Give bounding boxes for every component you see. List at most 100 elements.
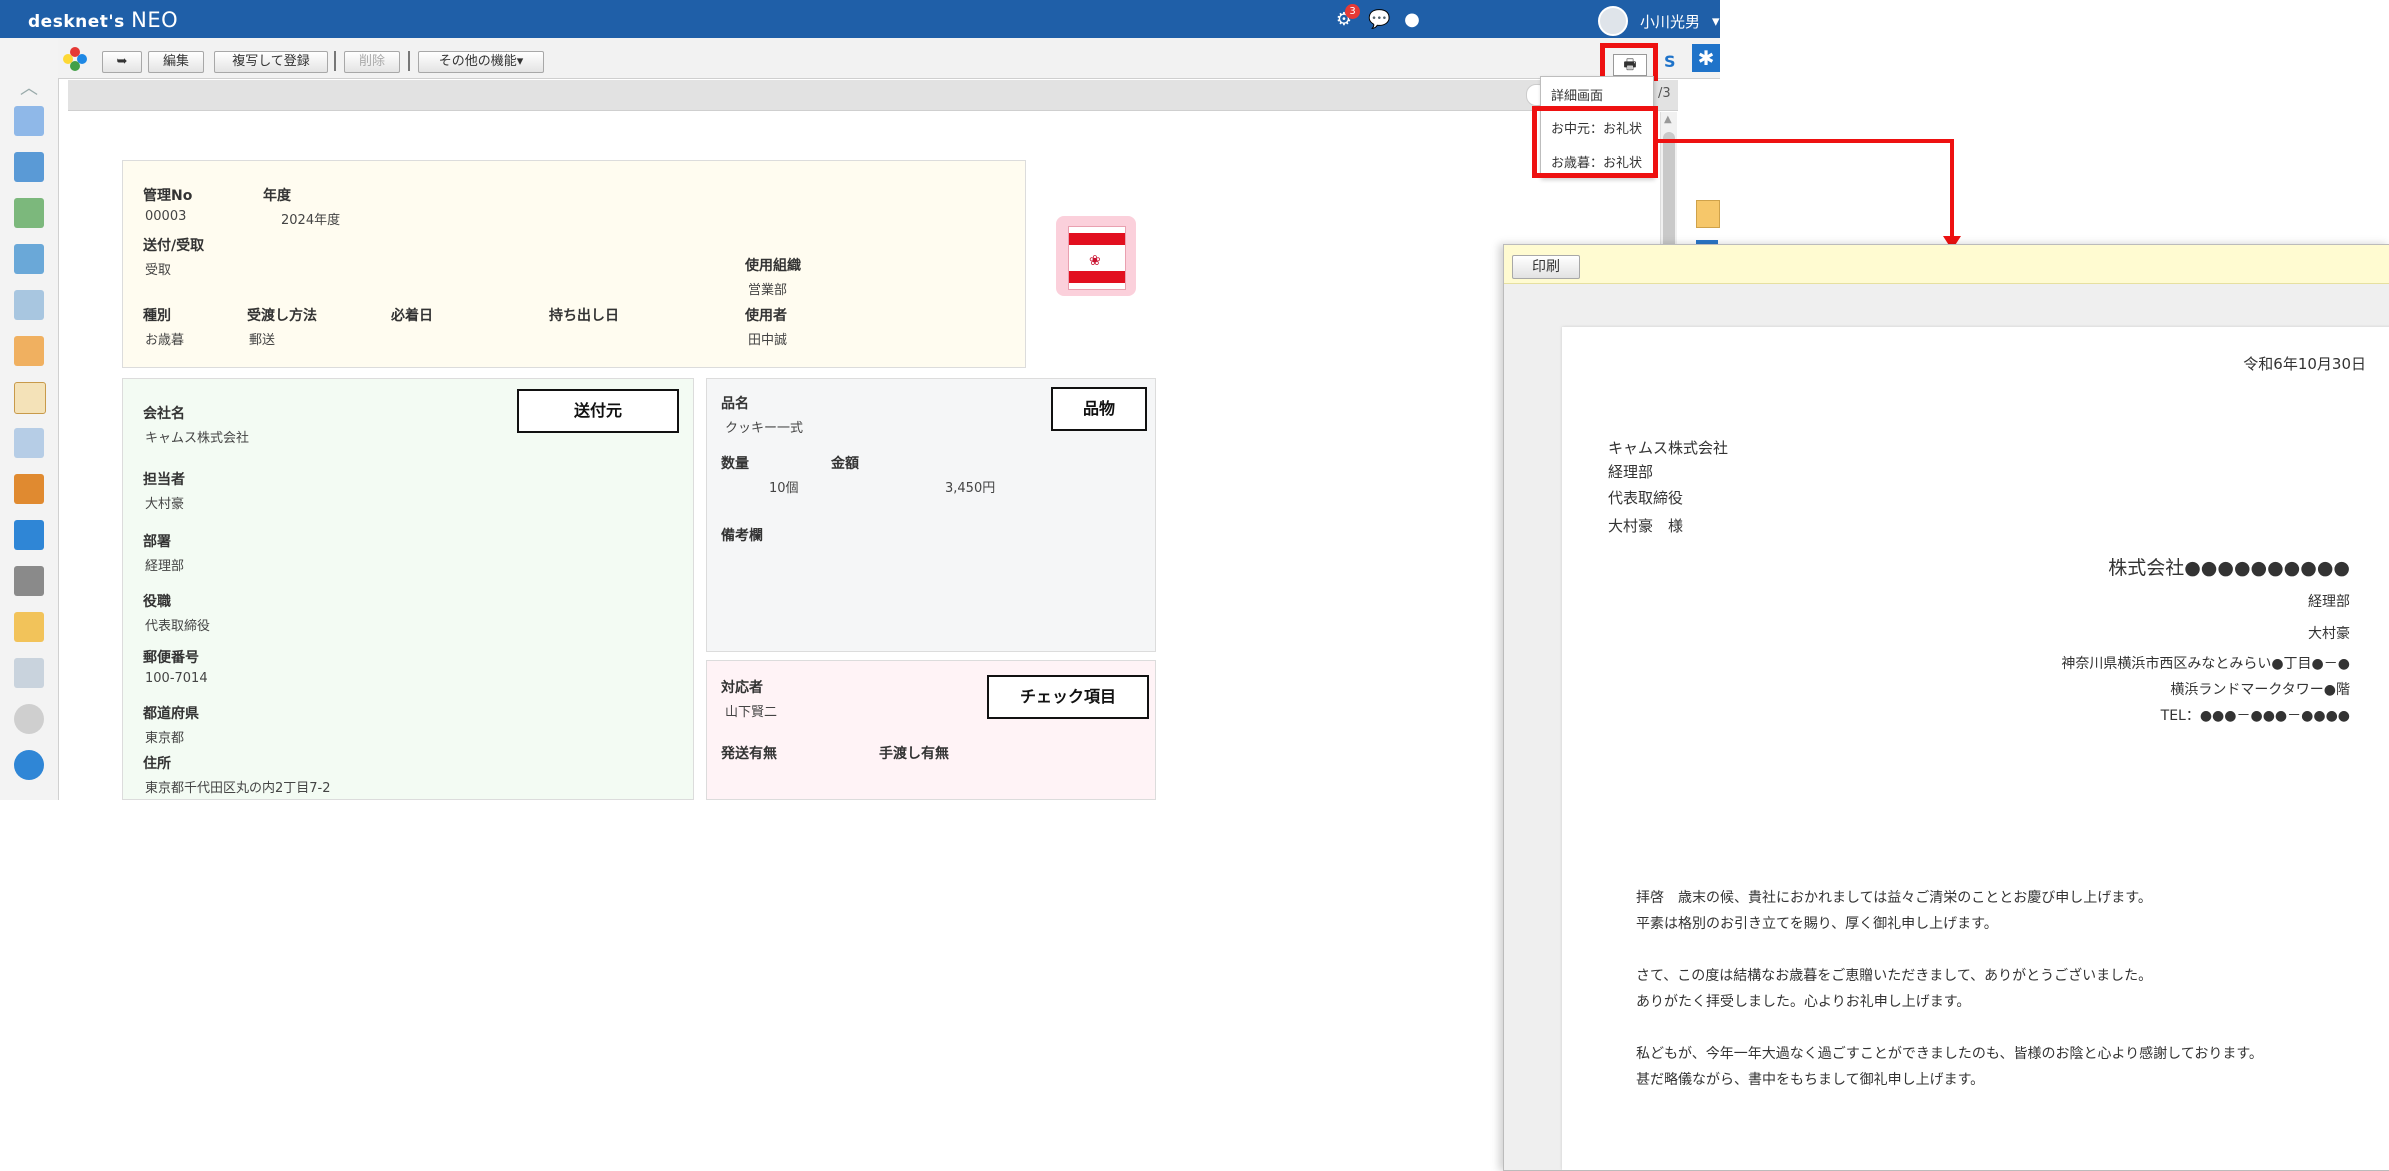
title-value: 代表取締役: [145, 619, 211, 634]
chat-icon[interactable]: 💬: [1368, 10, 1390, 30]
zip-value: 100-7014: [145, 671, 208, 686]
type-label: 種別: [143, 308, 171, 324]
org-label: 使用組織: [745, 258, 801, 274]
zip-label: 郵便番号: [143, 650, 199, 666]
neo-app-icon[interactable]: [14, 520, 44, 550]
addr-label: 住所: [143, 756, 171, 772]
avatar: [1598, 6, 1628, 36]
noshi-knot-icon: ❀: [1089, 253, 1101, 269]
facility-icon[interactable]: [14, 290, 44, 320]
report-icon[interactable]: [14, 428, 44, 458]
toolbar-separator: [334, 51, 336, 71]
from-name: 大村豪: [2308, 626, 2350, 642]
from-addr1: 神奈川県横浜市西区みなとみらい●丁目●－●: [2061, 656, 2350, 672]
type-value: お歳暮: [145, 333, 185, 348]
carry-label: 持ち出し日: [549, 308, 619, 324]
other-functions-button[interactable]: その他の機能▾: [418, 51, 544, 73]
from-company: 株式会社●●●●●●●●●●: [2108, 557, 2350, 579]
amount-value: 3,450円: [945, 481, 996, 496]
sidebar: ︿: [0, 38, 59, 800]
to-title: 代表取締役: [1608, 489, 1684, 507]
letter-body-line: 平素は格別のお引き立てを賜り、厚く御礼申し上げます。: [1636, 916, 1998, 932]
settings-gear-icon[interactable]: ✱: [1692, 44, 1720, 72]
ship-label: 発送有無: [721, 746, 777, 762]
mgmt-no-value: 00003: [145, 209, 187, 224]
folder-yellow-icon[interactable]: [14, 612, 44, 642]
user-menu[interactable]: 小川光男 ▾: [1598, 6, 1720, 36]
from-dept: 経理部: [2308, 594, 2350, 610]
check-tag: チェック項目: [987, 675, 1149, 719]
delivery-value: 郵送: [249, 333, 276, 348]
year-value: 2024年度: [281, 213, 341, 228]
calendar-icon[interactable]: [14, 152, 44, 182]
logo-brand: desknet's: [28, 12, 125, 32]
send-receive-value: 受取: [145, 263, 172, 278]
folder-gray-icon[interactable]: [14, 566, 44, 596]
dept-value: 経理部: [145, 559, 185, 574]
letter-paper: 令和6年10月30日 キャムス株式会社 経理部 代表取締役 大村豪 様 株式会社…: [1562, 327, 2389, 1170]
sender-tag: 送付元: [517, 389, 679, 433]
notification-icon[interactable]: ⚙ 3: [1334, 4, 1360, 30]
user-name: 小川光男: [1640, 12, 1701, 31]
edit-button[interactable]: 編集: [148, 51, 204, 73]
page-indicator: /3: [1658, 86, 1671, 101]
org-value: 営業部: [748, 283, 788, 298]
toolbar-separator: [408, 51, 410, 71]
item-name-label: 品名: [721, 396, 749, 412]
chevron-down-icon: ▾: [516, 54, 524, 69]
person-label: 担当者: [143, 472, 185, 488]
top-bar: desknet's NEO ⚙ 3 💬 ● 小川光男 ▾: [0, 0, 1720, 38]
record-header-bar: [68, 80, 1678, 111]
scroll-up-icon[interactable]: ▲: [1664, 114, 1672, 125]
help-icon[interactable]: [14, 750, 44, 780]
print-button[interactable]: 印刷: [1512, 255, 1580, 279]
amount-label: 金額: [831, 456, 859, 472]
gear-icon[interactable]: [14, 704, 44, 734]
sync-icon[interactable]: S: [1664, 52, 1676, 71]
app-window: desknet's NEO ⚙ 3 💬 ● 小川光男 ▾ ︿ ➥ 編集 複写して…: [0, 0, 1720, 800]
qty-label: 数量: [721, 456, 749, 472]
user-label: 使用者: [745, 308, 787, 324]
record-summary-panel: 管理No 00003 年度 2024年度 送付/受取 受取 使用組織 営業部 種…: [122, 160, 1026, 368]
copy-register-button[interactable]: 複写して登録: [214, 51, 328, 73]
pref-label: 都道府県: [143, 706, 199, 722]
workflow-icon[interactable]: [14, 336, 44, 366]
letter-date: 令和6年10月30日: [2243, 355, 2366, 373]
back-button[interactable]: ➥: [102, 51, 142, 73]
people-icon[interactable]: [14, 244, 44, 274]
menu-item-detail[interactable]: 詳細画面: [1551, 85, 1603, 104]
app-menu-icon[interactable]: [62, 46, 88, 72]
sidebar-up-icon[interactable]: ︿: [20, 74, 38, 100]
person-icon[interactable]: ●: [1402, 10, 1422, 30]
dept-label: 部署: [143, 534, 171, 550]
notes-icon[interactable]: [1696, 200, 1720, 228]
clipboard-icon[interactable]: [14, 382, 46, 414]
delete-button[interactable]: 削除: [344, 51, 400, 73]
note-label: 備考欄: [721, 528, 763, 544]
handler-label: 対応者: [721, 680, 763, 696]
logo-neo: NEO: [131, 8, 179, 32]
notification-badge: 3: [1345, 4, 1360, 19]
noshi-band-top: [1069, 233, 1125, 245]
letter-body-line: さて、この度は結構なお歳暮をご恵贈いただきまして、ありがとうございました。: [1636, 968, 2153, 984]
logo[interactable]: desknet's NEO: [28, 8, 178, 32]
printer-icon: 🖶: [1613, 54, 1647, 76]
to-company: キャムス株式会社: [1608, 439, 1729, 457]
cabinet-icon[interactable]: [14, 474, 44, 504]
to-name: 大村豪 様: [1608, 517, 1684, 535]
portal-icon[interactable]: [14, 106, 44, 136]
person-value: 大村豪: [145, 497, 185, 512]
handover-label: 手渡し有無: [879, 746, 949, 762]
user-value: 田中誠: [748, 333, 788, 348]
list-icon[interactable]: [14, 658, 44, 688]
company-value: キャムス株式会社: [145, 431, 250, 446]
noshi-paper: ❀: [1068, 226, 1126, 290]
send-receive-label: 送付/受取: [143, 238, 205, 254]
top-icons: ⚙ 3 💬 ●: [1334, 4, 1422, 30]
mail-icon[interactable]: [14, 198, 44, 228]
callout-arrow-vertical: [1950, 139, 1954, 239]
letter-body-line: 私どもが、今年一年大過なく過ごすことができましたのも、皆様のお陰と心より感謝して…: [1636, 1046, 2263, 1062]
qty-value: 10個: [769, 481, 799, 496]
check-panel: チェック項目 対応者 山下賢二 発送有無 手渡し有無: [706, 660, 1156, 800]
noshi-gift-icon: ❀: [1056, 216, 1136, 296]
